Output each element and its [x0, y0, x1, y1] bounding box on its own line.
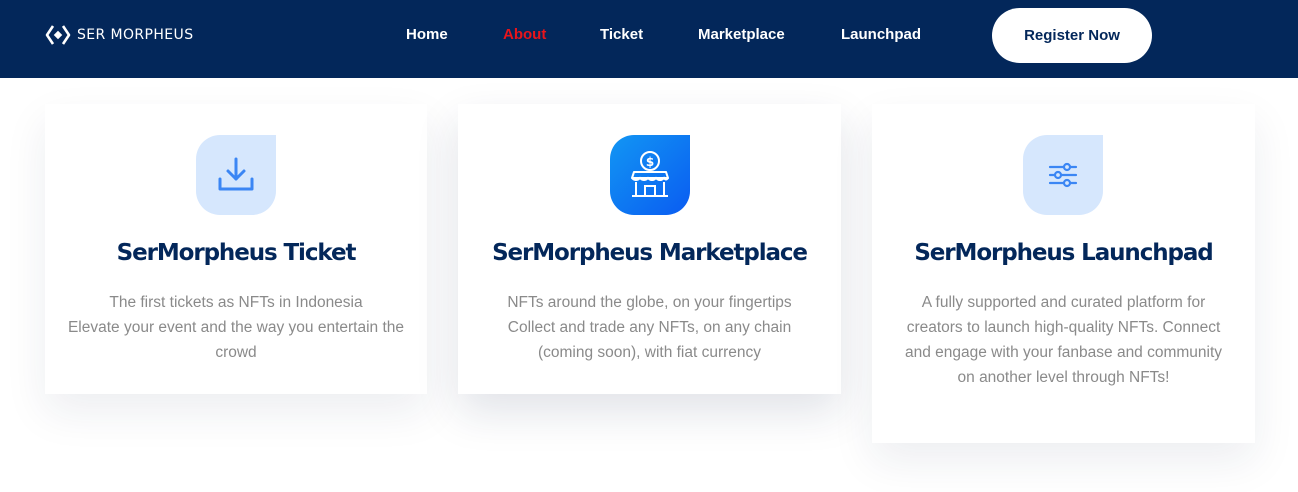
description-line: and engage with your fanbase and communi… [904, 344, 1223, 361]
card-title: SerMorpheus Launchpad [914, 240, 1213, 266]
description-line: on another level through NFTs! [957, 369, 1170, 386]
brand-logo[interactable]: SER MORPHEUS [45, 23, 194, 47]
brand-name: SER MORPHEUS [77, 27, 194, 43]
sliders-icon [1048, 162, 1078, 188]
card-description: A fully supported and curated platform f… [888, 290, 1239, 390]
description-line: A fully supported and curated platform f… [921, 294, 1206, 311]
description-line: Collect and trade any NFTs, on any chain [507, 319, 792, 336]
feature-card-ticket: SerMorpheus Ticket The first tickets as … [45, 104, 427, 394]
description-line: crowd [215, 344, 257, 361]
launchpad-icon-badge [1023, 135, 1103, 215]
card-description: The first tickets as NFTs in Indonesia E… [61, 290, 411, 365]
nav-marketplace[interactable]: Marketplace [698, 26, 785, 43]
marketplace-icon-badge: $ [610, 135, 690, 215]
nav-home[interactable]: Home [406, 26, 448, 43]
description-line: NFTs around the globe, on your fingertip… [507, 294, 792, 311]
top-navbar: SER MORPHEUS Home About Ticket Marketpla… [0, 0, 1298, 78]
description-line: Elevate your event and the way you enter… [67, 319, 405, 336]
ticket-icon-badge [196, 135, 276, 215]
nav-launchpad[interactable]: Launchpad [841, 26, 921, 43]
card-description: NFTs around the globe, on your fingertip… [474, 290, 825, 365]
logo-icon [45, 25, 71, 45]
description-line: creators to launch high-quality NFTs. Co… [906, 319, 1221, 336]
feature-card-launchpad: SerMorpheus Launchpad A fully supported … [872, 104, 1255, 443]
description-line: The first tickets as NFTs in Indonesia [109, 294, 363, 311]
card-title: SerMorpheus Ticket [116, 240, 357, 266]
description-line: (coming soon), with fiat currency [537, 344, 762, 361]
svg-text:$: $ [646, 155, 654, 169]
nav-ticket[interactable]: Ticket [600, 26, 643, 43]
card-title: SerMorpheus Marketplace [492, 240, 808, 266]
download-icon [218, 157, 254, 191]
nav-about[interactable]: About [503, 26, 546, 43]
feature-card-marketplace: $ SerMorpheus Marketplace NFTs around th… [458, 104, 841, 394]
shop-icon: $ [631, 151, 669, 197]
register-now-button[interactable]: Register Now [992, 8, 1152, 63]
